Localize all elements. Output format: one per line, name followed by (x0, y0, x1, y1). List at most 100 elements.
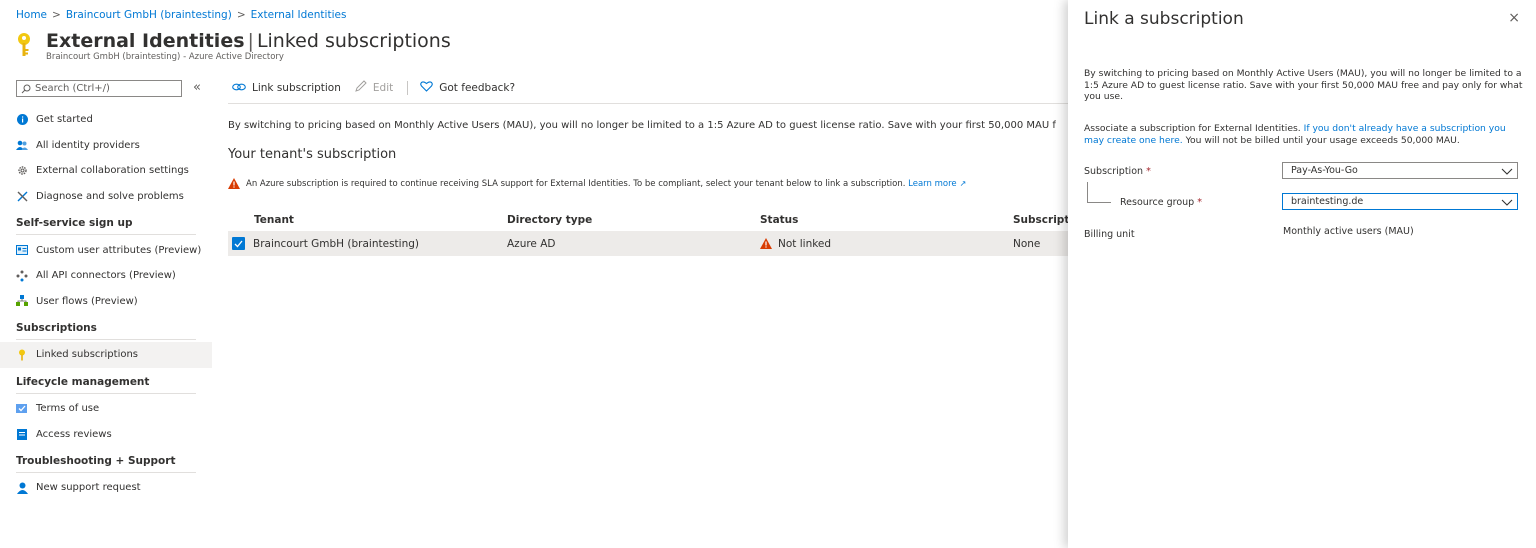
sidebar-item-label: Get started (36, 114, 93, 126)
status-cell: Not linked (760, 238, 1013, 250)
pencil-icon (355, 80, 367, 95)
key-icon (18, 33, 30, 56)
sidebar-item-label: All API connectors (Preview) (36, 270, 176, 282)
breadcrumb: Home > Braincourt GmbH (braintesting) > Exte… (16, 9, 346, 21)
section-subscriptions: Subscriptions (0, 314, 212, 342)
wrench-icon (16, 191, 28, 203)
panel-associate-text: Associate a subscription for External Id… (1084, 123, 1506, 146)
user-flow-icon (16, 295, 28, 307)
sidebar-item-api-connectors[interactable]: All API connectors (Preview) (0, 263, 212, 289)
warning-text: An Azure subscription is required to con… (246, 178, 906, 189)
breadcrumb-external-identities[interactable]: External Identities (251, 9, 347, 21)
link-icon (232, 81, 246, 95)
learn-more-link[interactable]: Learn more (908, 179, 956, 189)
sidebar-item-label: Terms of use (36, 403, 100, 415)
sidebar-nav: Get started All identity providers Exter… (0, 107, 212, 501)
sidebar-item-user-flows[interactable]: User flows (Preview) (0, 289, 212, 315)
status-text: Not linked (778, 237, 832, 250)
column-header-tenant[interactable]: Tenant (228, 214, 507, 226)
warning-icon (228, 178, 240, 189)
people-icon (16, 139, 28, 151)
section-self-service: Self-service sign up (0, 209, 212, 237)
page-subtitle: Braincourt GmbH (braintesting) - Azure A… (46, 52, 284, 62)
tenant-table: Tenant Directory type Status Subscriptio… (228, 209, 1068, 256)
resource-group-dropdown[interactable]: braintesting.de (1282, 193, 1518, 210)
warning-icon (760, 238, 772, 249)
search-input[interactable] (31, 83, 175, 94)
gear-icon (16, 165, 28, 177)
breadcrumb-tenant[interactable]: Braincourt GmbH (braintesting) (66, 9, 232, 21)
subscription-dropdown[interactable]: Pay-As-You-Go (1282, 162, 1518, 179)
sidebar-item-external-collaboration[interactable]: External collaboration settings (0, 158, 212, 184)
breadcrumb-home[interactable]: Home (16, 9, 47, 21)
panel-description: By switching to pricing based on Monthly… (1084, 68, 1523, 102)
sidebar-item-custom-attributes[interactable]: Custom user attributes (Preview) (0, 237, 212, 263)
sidebar-item-new-support-request[interactable]: New support request (0, 475, 212, 501)
sidebar-item-label: Custom user attributes (Preview) (36, 244, 202, 256)
section-troubleshooting: Troubleshooting + Support (0, 447, 212, 475)
heart-icon (420, 80, 434, 95)
sidebar-item-access-reviews[interactable]: Access reviews (0, 421, 212, 447)
tenant-subscription-heading: Your tenant's subscription (228, 147, 397, 162)
tenant-cell: Braincourt GmbH (braintesting) (253, 237, 419, 250)
chevron-down-icon (1501, 199, 1513, 206)
directory-type-cell: Azure AD (507, 237, 556, 250)
sidebar-item-get-started[interactable]: Get started (0, 107, 212, 133)
external-link-icon: ↗ (959, 179, 967, 188)
warning-banner: An Azure subscription is required to con… (228, 178, 966, 189)
search-box[interactable] (16, 80, 182, 97)
attributes-icon (16, 244, 28, 256)
access-review-icon (16, 428, 28, 440)
breadcrumb-separator: > (52, 9, 61, 21)
pricing-description: By switching to pricing based on Monthly… (228, 120, 1056, 131)
resource-group-value: braintesting.de (1291, 196, 1364, 207)
toolbar-divider (407, 80, 409, 95)
table-header: Tenant Directory type Status Subscriptio… (228, 209, 1068, 231)
api-connector-icon (16, 270, 28, 282)
toolbar-divider-line (228, 103, 1068, 104)
billing-unit-value: Monthly active users (MAU) (1283, 226, 1414, 237)
sidebar-item-label: All identity providers (36, 139, 140, 151)
tree-connector-horizontal (1087, 202, 1111, 203)
key-icon (16, 349, 28, 361)
info-icon (16, 114, 28, 126)
feedback-button[interactable]: Got feedback? (420, 80, 515, 95)
edit-label: Edit (372, 81, 394, 94)
panel-title: Link a subscription (1084, 9, 1244, 29)
terms-icon (16, 403, 28, 415)
section-lifecycle: Lifecycle management (0, 368, 212, 396)
sidebar-item-label: External collaboration settings (36, 165, 189, 177)
subscription-value: Pay-As-You-Go (1291, 165, 1358, 176)
breadcrumb-separator: > (236, 9, 246, 21)
link-subscription-button[interactable]: Link subscription (232, 81, 341, 95)
command-bar: Link subscription Edit Got feedback? (232, 80, 529, 95)
sidebar-item-label: User flows (Preview) (36, 295, 138, 307)
column-header-directory-type[interactable]: Directory type (507, 214, 760, 226)
link-subscription-label: Link subscription (252, 81, 341, 94)
column-header-subscription[interactable]: Subscription (1013, 214, 1068, 226)
billing-unit-label: Billing unit (1084, 229, 1135, 240)
chevron-down-icon (1501, 168, 1513, 175)
sidebar-item-label: New support request (36, 482, 141, 494)
close-icon[interactable]: × (1508, 10, 1520, 26)
page-title: External Identities | Linked subscriptions (46, 30, 451, 52)
table-row[interactable]: Braincourt GmbH (braintesting) Azure AD … (228, 231, 1068, 256)
sidebar-item-label: Access reviews (36, 428, 112, 440)
sidebar-item-linked-subscriptions[interactable]: Linked subscriptions (0, 342, 212, 368)
column-header-status[interactable]: Status (760, 214, 1013, 226)
sidebar-item-label: Linked subscriptions (36, 349, 139, 361)
sidebar-item-diagnose[interactable]: Diagnose and solve problems (0, 184, 212, 210)
row-checkbox[interactable] (232, 237, 245, 250)
resource-group-label: Resource group * (1120, 197, 1202, 208)
search-icon (21, 84, 31, 93)
sidebar-item-terms-of-use[interactable]: Terms of use (0, 396, 212, 422)
edit-button[interactable]: Edit (355, 80, 393, 95)
tree-connector-vertical (1087, 182, 1088, 203)
subscription-label: Subscription * (1084, 166, 1151, 177)
sidebar-item-identity-providers[interactable]: All identity providers (0, 133, 212, 159)
sidebar-item-label: Diagnose and solve problems (36, 191, 184, 203)
subscription-cell: None (1013, 237, 1041, 250)
collapse-menu-button[interactable]: « (193, 80, 201, 95)
checkmark-icon (234, 240, 243, 247)
page-header: External Identities | Linked subscriptions… (14, 30, 451, 62)
